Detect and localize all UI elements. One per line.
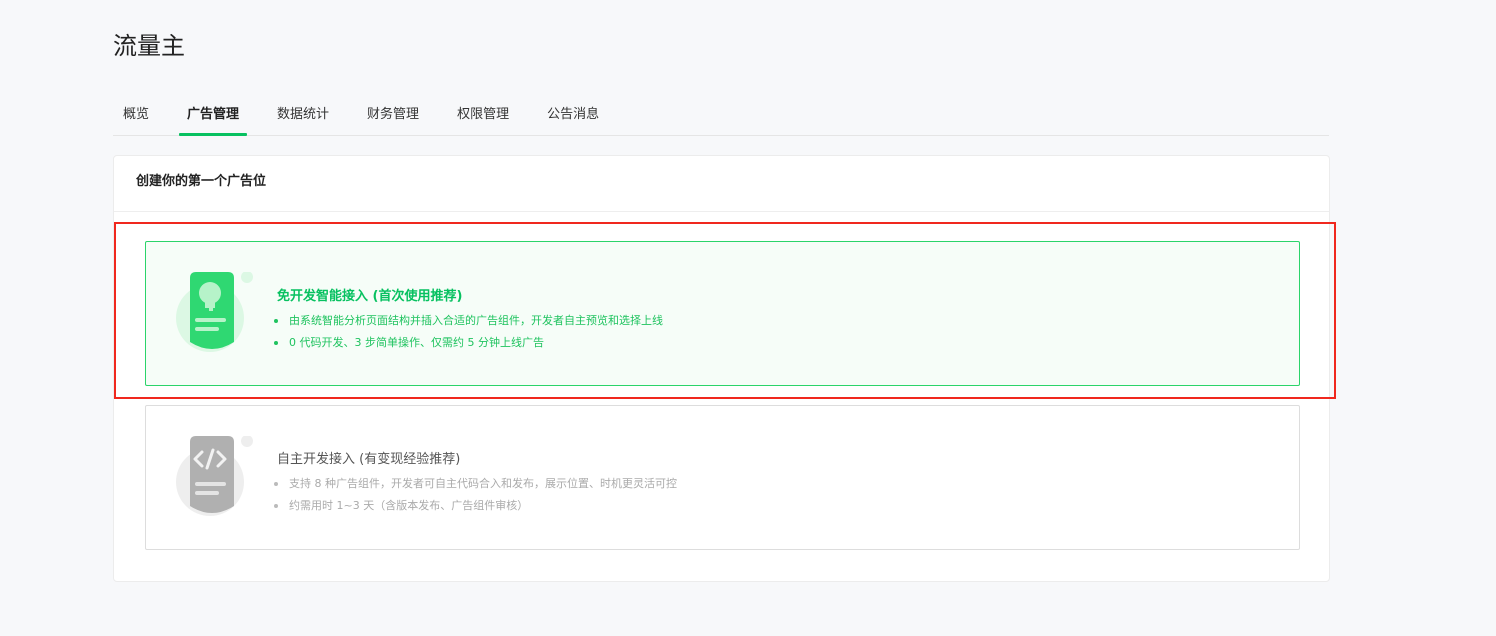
tab-ad-management[interactable]: 广告管理 [177, 104, 249, 136]
tab-overview[interactable]: 概览 [113, 104, 159, 135]
tab-announcements[interactable]: 公告消息 [537, 104, 609, 135]
tab-finance[interactable]: 财务管理 [357, 104, 429, 135]
tab-permissions[interactable]: 权限管理 [447, 104, 519, 135]
option-title: 免开发智能接入 (首次使用推荐) [277, 289, 463, 304]
option-bullet: 支持 8 种广告组件，开发者可自主代码合入和发布，展示位置、时机更灵活可控 [274, 473, 677, 495]
tab-bar: 概览 广告管理 数据统计 财务管理 权限管理 公告消息 [113, 104, 1329, 136]
create-ad-slot-card: 创建你的第一个广告位 免开发智能接入 (首次使用推荐) 由系统智能分析页面结构并… [113, 155, 1330, 582]
option-bullet: 约需用时 1~3 天（含版本发布、广告组件审核） [274, 495, 677, 517]
code-icon [176, 436, 253, 516]
option-bullet: 由系统智能分析页面结构并插入合适的广告组件，开发者自主预览和选择上线 [274, 310, 663, 332]
option-smart-integration[interactable]: 免开发智能接入 (首次使用推荐) 由系统智能分析页面结构并插入合适的广告组件，开… [145, 241, 1300, 386]
option-title: 自主开发接入 (有变现经验推荐) [277, 452, 461, 467]
lightbulb-icon [176, 272, 253, 352]
tab-data-statistics[interactable]: 数据统计 [267, 104, 339, 135]
option-self-development[interactable]: 自主开发接入 (有变现经验推荐) 支持 8 种广告组件，开发者可自主代码合入和发… [145, 405, 1300, 550]
option-bullet: 0 代码开发、3 步简单操作、仅需约 5 分钟上线广告 [274, 332, 663, 354]
page-title: 流量主 [113, 32, 185, 60]
card-title: 创建你的第一个广告位 [114, 156, 1329, 212]
